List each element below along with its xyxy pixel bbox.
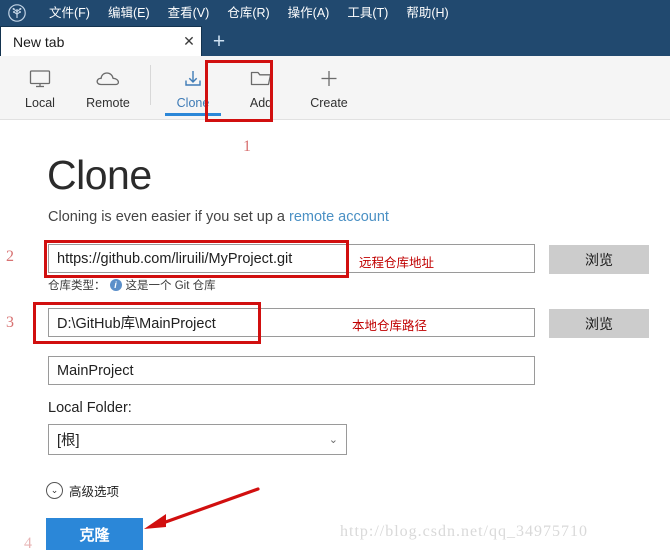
toolbar-label-add: Add <box>249 95 273 110</box>
annotation-number-2: 2 <box>6 248 14 265</box>
browse-button-local[interactable]: 浏览 <box>549 309 649 338</box>
chevron-down-circle-icon: ⌄ <box>46 482 63 499</box>
close-icon[interactable]: ✕ <box>177 33 201 50</box>
page-title: Clone <box>47 152 152 198</box>
monitor-icon <box>28 66 52 92</box>
menu-item-view[interactable]: 查看(V) <box>159 0 219 26</box>
annotation-arrow-to-clone-button <box>144 487 260 529</box>
clone-submit-button[interactable]: 克隆 <box>46 518 143 550</box>
add-tab-icon[interactable]: + <box>202 26 236 56</box>
menu-item-help[interactable]: 帮助(H) <box>397 0 457 26</box>
repository-type-value: 这是一个 Git 仓库 <box>125 280 216 292</box>
remote-account-link[interactable]: remote account <box>289 209 389 225</box>
menu-item-edit[interactable]: 编辑(E) <box>99 0 159 26</box>
tab-label: New tab <box>13 33 65 50</box>
annotation-number-4: 4 <box>24 535 32 552</box>
page-subtitle: Cloning is even easier if you set up a r… <box>48 209 389 225</box>
browse-button-remote[interactable]: 浏览 <box>549 245 649 274</box>
menu-item-tools[interactable]: 工具(T) <box>338 0 397 26</box>
toolbar-label-clone: Clone <box>176 95 210 110</box>
sourcetree-window: 文件(F) 编辑(E) 查看(V) 仓库(R) 操作(A) 工具(T) 帮助(H… <box>0 0 670 558</box>
remote-url-value: https://github.com/liruili/MyProject.git <box>57 250 293 267</box>
folder-icon <box>249 66 273 92</box>
cloud-icon <box>95 66 121 92</box>
plus-icon <box>318 66 340 92</box>
watermark-text: http://blog.csdn.net/qq_34975710 <box>340 523 588 540</box>
toolbar-label-create: Create <box>310 95 348 110</box>
download-arrow-icon <box>182 66 204 92</box>
title-bar: 文件(F) 编辑(E) 查看(V) 仓库(R) 操作(A) 工具(T) 帮助(H… <box>0 0 670 26</box>
advanced-options-toggle[interactable]: ⌄ 高级选项 <box>46 481 119 500</box>
toolbar-separator <box>150 65 151 105</box>
annotation-number-3: 3 <box>6 314 14 331</box>
repository-type-status: 仓库类型： i 这是一个 Git 仓库 <box>48 277 216 293</box>
annotation-number-1: 1 <box>243 138 251 155</box>
toolbar: Local Remote Clone Add Create <box>0 56 670 120</box>
tab-new-tab[interactable]: New tab ✕ <box>0 26 202 56</box>
toolbar-button-local[interactable]: Local <box>6 56 74 119</box>
project-name-input[interactable]: MainProject <box>48 356 535 385</box>
toolbar-button-create[interactable]: Create <box>295 56 363 119</box>
local-folder-value: [根] <box>57 433 80 449</box>
page-subtitle-text: Cloning is even easier if you set up a <box>48 209 289 225</box>
toolbar-button-remote[interactable]: Remote <box>74 56 142 119</box>
advanced-options-label: 高级选项 <box>69 485 120 499</box>
toolbar-button-clone[interactable]: Clone <box>159 56 227 119</box>
local-folder-label: Local Folder: <box>48 400 132 416</box>
project-name-value: MainProject <box>57 362 134 379</box>
toolbar-button-add[interactable]: Add <box>227 56 295 119</box>
toolbar-label-local: Local <box>25 95 55 110</box>
repository-type-label: 仓库类型： <box>48 280 106 292</box>
tab-strip: New tab ✕ + <box>0 26 670 56</box>
chevron-down-icon: ⌄ <box>328 434 338 446</box>
sourcetree-logo-icon <box>4 0 30 26</box>
local-path-value: D:\GitHub库\MainProject <box>57 316 216 332</box>
menu-bar: 文件(F) 编辑(E) 查看(V) 仓库(R) 操作(A) 工具(T) 帮助(H… <box>40 0 458 26</box>
menu-item-file[interactable]: 文件(F) <box>40 0 99 26</box>
local-path-input[interactable]: D:\GitHub库\MainProject <box>48 308 535 337</box>
toolbar-label-remote: Remote <box>86 95 130 110</box>
info-icon: i <box>109 279 122 291</box>
local-folder-select[interactable]: [根] ⌄ <box>48 424 347 455</box>
menu-item-actions[interactable]: 操作(A) <box>279 0 339 26</box>
remote-url-input[interactable]: https://github.com/liruili/MyProject.git <box>48 244 535 273</box>
menu-item-repository[interactable]: 仓库(R) <box>218 0 278 26</box>
